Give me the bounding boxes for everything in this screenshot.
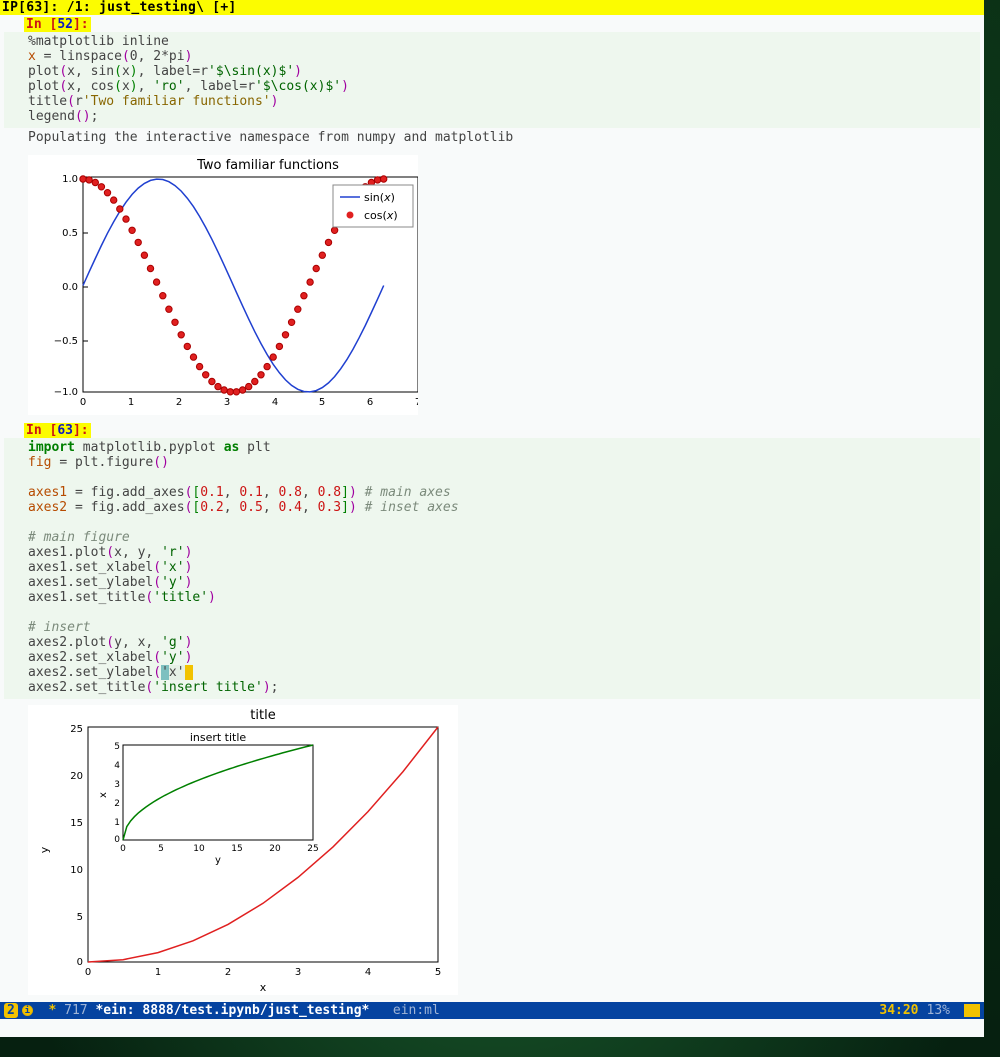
legend: sin(x) cos(x) — [333, 185, 413, 227]
svg-text:1.0: 1.0 — [62, 174, 78, 185]
stdout: Populating the interactive namespace fro… — [4, 128, 980, 149]
chart-title: title — [250, 708, 275, 723]
svg-text:x: x — [260, 981, 267, 994]
svg-text:0.5: 0.5 — [62, 228, 78, 239]
svg-text:6: 6 — [367, 397, 373, 408]
minibuffer[interactable] — [0, 1019, 984, 1037]
state-indicator-icon: i — [22, 1005, 33, 1016]
buffer-name: *ein: 8888/test.ipynb/just_testing* — [95, 1003, 369, 1018]
svg-text:0: 0 — [77, 957, 83, 968]
svg-text:1: 1 — [128, 397, 134, 408]
svg-text:1: 1 — [155, 967, 161, 978]
major-mode: ein:ml — [393, 1003, 440, 1018]
cell-prompt: In [63]: — [24, 423, 91, 438]
svg-text:2: 2 — [176, 397, 182, 408]
mode-line: 2 i * 717 *ein: 8888/test.ipynb/just_tes… — [0, 1002, 984, 1019]
svg-text:15: 15 — [70, 818, 83, 829]
svg-text:insert title: insert title — [190, 731, 247, 744]
svg-text:5: 5 — [77, 912, 83, 923]
svg-text:0.0: 0.0 — [62, 282, 78, 293]
svg-text:0: 0 — [85, 967, 91, 978]
code-input[interactable]: %matplotlib inline x = linspace(0, 2*pi)… — [4, 32, 980, 128]
svg-text:10: 10 — [70, 865, 83, 876]
cell-1[interactable]: In [52]: %matplotlib inline x = linspace… — [0, 15, 984, 421]
svg-text:5: 5 — [114, 742, 120, 752]
code-input[interactable]: import matplotlib.pyplot as plt fig = pl… — [4, 438, 980, 699]
cell-prompt: In [52]: — [24, 17, 91, 32]
cursor-position: 34:20 — [879, 1003, 918, 1018]
tab-label: IP[63]: /1: just_testing\ [+] — [2, 0, 237, 15]
modeline-end-cap — [964, 1004, 980, 1017]
svg-text:25: 25 — [307, 844, 318, 854]
svg-text:y: y — [38, 846, 51, 853]
svg-text:cos(x): cos(x) — [364, 209, 398, 222]
svg-text:15: 15 — [231, 844, 242, 854]
svg-text:1: 1 — [114, 818, 120, 828]
window-number-badge: 2 — [4, 1003, 18, 1018]
svg-text:3: 3 — [114, 780, 120, 790]
svg-text:20: 20 — [269, 844, 281, 854]
chart-title: Two familiar functions — [196, 158, 339, 173]
svg-text:2: 2 — [114, 799, 120, 809]
editor-pane[interactable]: IP[63]: /1: just_testing\ [+] In [52]: %… — [0, 0, 984, 1002]
cell-2[interactable]: In [63]: import matplotlib.pyplot as plt… — [0, 421, 984, 1001]
svg-text:5: 5 — [435, 967, 441, 978]
svg-text:4: 4 — [114, 761, 120, 771]
svg-text:3: 3 — [224, 397, 230, 408]
svg-text:0: 0 — [80, 397, 86, 408]
svg-text:0: 0 — [120, 844, 126, 854]
svg-text:5: 5 — [158, 844, 164, 854]
svg-text:4: 4 — [365, 967, 371, 978]
svg-text:sin(x): sin(x) — [364, 191, 395, 204]
svg-text:10: 10 — [193, 844, 205, 854]
svg-text:25: 25 — [70, 724, 83, 735]
svg-text:3: 3 — [295, 967, 301, 978]
svg-text:−0.5: −0.5 — [54, 336, 78, 347]
plot-two-familiar: Two familiar functions 1.0 0.5 0.0 −0.5 … — [28, 155, 418, 415]
svg-text:2: 2 — [225, 967, 231, 978]
svg-text:−1.0: −1.0 — [54, 387, 78, 398]
svg-text:7: 7 — [415, 397, 418, 408]
plot-title-inset: title 25 20 15 10 5 0 y 0 1 2 — [28, 705, 458, 995]
svg-text:x: x — [98, 792, 109, 798]
svg-text:20: 20 — [70, 771, 83, 782]
svg-text:y: y — [215, 855, 221, 866]
svg-text:5: 5 — [319, 397, 325, 408]
svg-text:4: 4 — [272, 397, 278, 408]
tab-bar[interactable]: IP[63]: /1: just_testing\ [+] — [0, 0, 984, 15]
scroll-percent: 13% — [927, 1003, 950, 1018]
